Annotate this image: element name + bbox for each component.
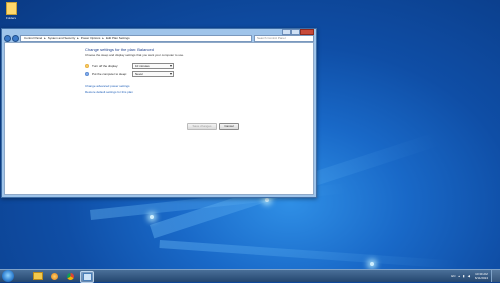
desktop-glow xyxy=(150,215,154,219)
address-row: Control Panel ▸ System and Security ▸ Po… xyxy=(4,34,314,42)
control-panel-window: Control Panel ▸ System and Security ▸ Po… xyxy=(1,28,317,198)
network-icon[interactable]: ▮ xyxy=(463,274,465,278)
desktop-icon-label: Folders xyxy=(5,16,16,20)
desktop-glow xyxy=(370,262,374,266)
page-title: Change settings for the plan: Balanced xyxy=(85,47,154,52)
clock[interactable]: 10:39 AM 6/11/2024 xyxy=(475,272,488,280)
desktop-light-ray xyxy=(159,240,460,269)
media-player-icon[interactable] xyxy=(48,271,60,281)
sleep-timeout-select[interactable]: Never xyxy=(132,71,174,77)
save-changes-button[interactable]: Save changes xyxy=(187,123,217,130)
search-input[interactable]: Search Control Panel xyxy=(254,34,314,42)
folder-icon xyxy=(5,2,17,15)
forward-button[interactable] xyxy=(12,34,19,42)
breadcrumb-item[interactable]: Power Options xyxy=(81,36,101,40)
taskbar: EN ▴ ▮ ◀ 10:39 AM 6/11/2024 xyxy=(0,269,500,283)
cancel-button[interactable]: Cancel xyxy=(219,123,239,130)
breadcrumb-item[interactable]: System and Security xyxy=(48,36,76,40)
breadcrumb-item[interactable]: Edit Plan Settings xyxy=(106,36,130,40)
show-desktop-button[interactable] xyxy=(491,270,500,282)
system-tray: EN ▴ ▮ ◀ 10:39 AM 6/11/2024 xyxy=(448,270,488,282)
start-button[interactable] xyxy=(2,270,14,282)
monitor-icon xyxy=(85,64,89,68)
control-panel-icon[interactable] xyxy=(80,271,94,283)
breadcrumb-separator: ▸ xyxy=(44,36,46,40)
language-indicator[interactable]: EN xyxy=(451,274,455,278)
advanced-settings-link[interactable]: Change advanced power settings xyxy=(85,84,130,88)
window-titlebar[interactable] xyxy=(2,29,316,34)
desktop-icon-folders[interactable]: Folders xyxy=(2,2,20,20)
page-description: Choose the sleep and display settings th… xyxy=(85,53,185,57)
sleep-setting-label: Put the computer to sleep: xyxy=(92,72,128,76)
explorer-icon[interactable] xyxy=(32,271,44,281)
clock-date: 6/11/2024 xyxy=(474,276,488,280)
breadcrumb-separator: ▸ xyxy=(77,36,79,40)
window-content: Change settings for the plan: Balanced C… xyxy=(4,42,314,195)
display-setting-row: Turn off the display: 10 minutes xyxy=(85,63,174,69)
moon-icon xyxy=(85,72,89,76)
display-timeout-select[interactable]: 10 minutes xyxy=(132,63,174,69)
desktop-glow xyxy=(265,198,269,202)
chrome-icon[interactable] xyxy=(64,271,76,281)
back-button[interactable] xyxy=(4,34,11,42)
breadcrumb-item[interactable]: Control Panel xyxy=(24,36,42,40)
restore-defaults-link[interactable]: Restore default settings for this plan xyxy=(85,90,133,94)
volume-icon[interactable]: ◀ xyxy=(468,274,470,278)
display-setting-label: Turn off the display: xyxy=(92,64,119,68)
address-bar[interactable]: Control Panel ▸ System and Security ▸ Po… xyxy=(20,34,252,42)
breadcrumb-separator: ▸ xyxy=(102,36,104,40)
tray-arrow-icon[interactable]: ▴ xyxy=(458,274,460,278)
sleep-setting-row: Put the computer to sleep: Never xyxy=(85,71,174,77)
